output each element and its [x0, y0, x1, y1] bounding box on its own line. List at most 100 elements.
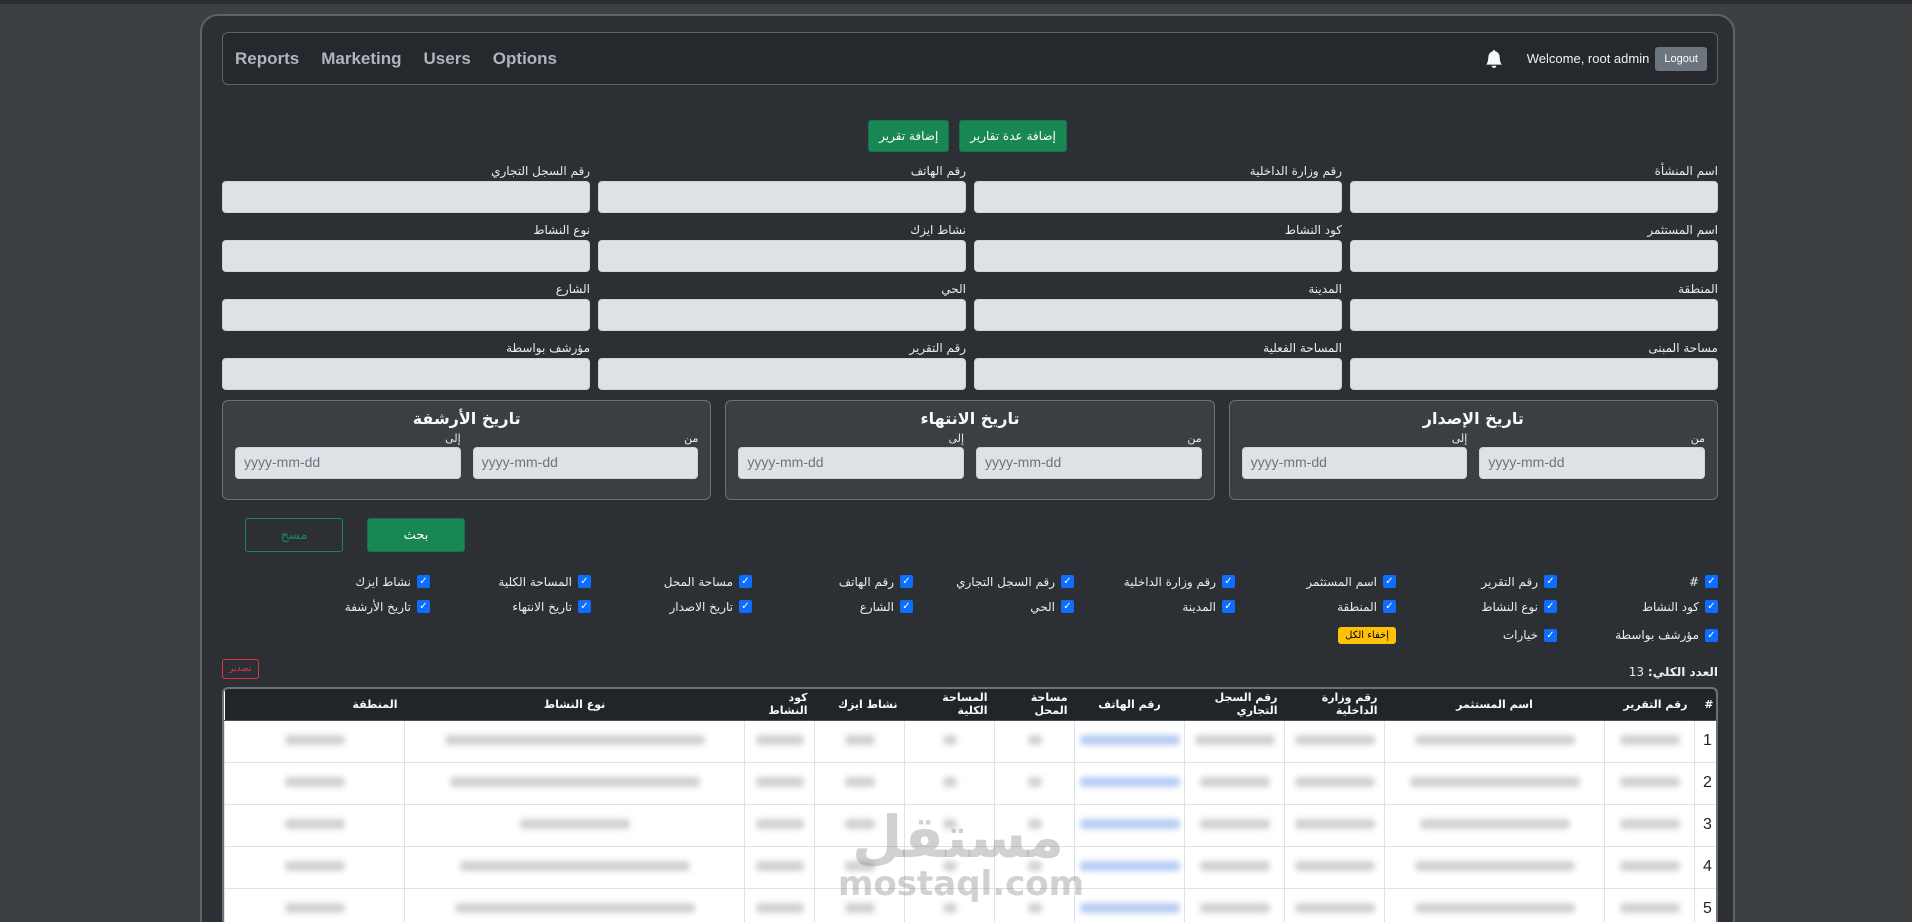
column-toggle[interactable]: ✓ رقم الهاتف	[752, 575, 913, 589]
logout-button[interactable]: Logout	[1655, 46, 1707, 71]
search-button[interactable]: بحث	[367, 518, 465, 552]
street-input[interactable]	[222, 299, 590, 331]
interior-ministry-number-input[interactable]	[974, 181, 1342, 213]
expiry-date-from-input[interactable]: yyyy-mm-dd	[976, 447, 1202, 479]
checkbox-checked-icon[interactable]: ✓	[1383, 575, 1396, 588]
column-toggle[interactable]: ✓ الحي	[913, 600, 1074, 614]
column-toggle[interactable]: ✓ رقم التقرير	[1396, 575, 1557, 589]
establishment-name-input[interactable]	[1350, 181, 1718, 213]
expiry-date-filter: تاريخ الانتهاء من yyyy-mm-dd إلى yyyy-mm-d…	[725, 400, 1215, 500]
checkbox-checked-icon[interactable]: ✓	[1061, 575, 1074, 588]
archive-date-to-input[interactable]: yyyy-mm-dd	[235, 447, 461, 479]
add-multiple-reports-button[interactable]: إضافة عدة تقارير	[959, 120, 1067, 152]
checkbox-checked-icon[interactable]: ✓	[417, 575, 430, 588]
district-input[interactable]	[598, 299, 966, 331]
region-input[interactable]	[1350, 299, 1718, 331]
issue-date-to-input[interactable]: yyyy-mm-dd	[1241, 447, 1468, 479]
expiry-date-to-input[interactable]: yyyy-mm-dd	[738, 447, 965, 479]
nav-marketing[interactable]: Marketing	[321, 49, 401, 69]
column-header[interactable]: نشاط ايزك	[814, 689, 905, 721]
table-row[interactable]: 4	[224, 845, 1716, 889]
column-toggle[interactable]: ✓ تاريخ الأرشفة	[269, 600, 430, 614]
checkbox-checked-icon[interactable]: ✓	[900, 600, 913, 613]
table-row[interactable]: 3	[224, 803, 1716, 847]
checkbox-checked-icon[interactable]: ✓	[1061, 600, 1074, 613]
column-toggle[interactable]: ✓ رقم وزارة الداخلية	[1074, 575, 1235, 589]
city-input[interactable]	[974, 299, 1342, 331]
activity-code-input[interactable]	[974, 240, 1342, 272]
nav-options[interactable]: Options	[493, 49, 557, 69]
column-header[interactable]: نوع النشاط	[404, 689, 745, 721]
phone-input[interactable]	[598, 181, 966, 213]
column-toggle[interactable]: ✓ خيارات	[1396, 628, 1557, 642]
checkbox-checked-icon[interactable]: ✓	[1544, 628, 1557, 642]
column-toggle[interactable]: ✓ رقم السجل التجاري	[913, 575, 1074, 589]
checkbox-checked-icon[interactable]: ✓	[417, 600, 430, 613]
commercial-register-input[interactable]	[222, 181, 590, 213]
checkbox-checked-icon[interactable]: ✓	[900, 575, 913, 588]
nav-reports[interactable]: Reports	[235, 49, 299, 69]
column-toggle[interactable]: ✓ المنطقة	[1235, 600, 1396, 614]
column-toggle[interactable]: ✓ مساحة المحل	[591, 575, 752, 589]
to-label: إلى	[445, 432, 461, 445]
column-toggle[interactable]: ✓ نشاط ايزك	[269, 575, 430, 589]
archived-by-input[interactable]	[222, 358, 590, 390]
column-header[interactable]: رقم السجل التجاري	[1184, 689, 1285, 721]
column-header[interactable]: اسم المستثمر	[1384, 689, 1605, 721]
add-report-button[interactable]: إضافة تقرير	[868, 120, 950, 152]
checkbox-checked-icon[interactable]: ✓	[1222, 600, 1235, 613]
checkbox-checked-icon[interactable]: ✓	[578, 600, 591, 613]
column-toggle[interactable]: ✓ المدينة	[1074, 600, 1235, 614]
column-header[interactable]: رقم وزارة الداخلية	[1284, 689, 1385, 721]
column-header[interactable]: رقم التقرير	[1604, 689, 1695, 721]
building-area-input[interactable]	[1350, 358, 1718, 390]
column-toggle[interactable]: ✓ تاريخ الانتهاء	[430, 600, 591, 614]
checkbox-checked-icon[interactable]: ✓	[1383, 600, 1396, 613]
column-header[interactable]: #	[1694, 689, 1716, 721]
column-toggle[interactable]: ✓ تاريخ الاصدار	[591, 600, 752, 614]
blurred-cell	[744, 761, 815, 805]
hide-all-button[interactable]: إخفاء الكل	[1338, 626, 1396, 644]
column-header[interactable]: رقم الهاتف	[1074, 689, 1185, 721]
checkbox-checked-icon[interactable]: ✓	[739, 575, 752, 588]
checkbox-checked-icon[interactable]: ✓	[1705, 575, 1718, 588]
activity-type-input[interactable]	[222, 240, 590, 272]
column-toggle[interactable]: ✓ اسم المستثمر	[1235, 575, 1396, 589]
issue-date-from-input[interactable]: yyyy-mm-dd	[1479, 447, 1705, 479]
bell-icon[interactable]	[1485, 49, 1503, 68]
checkbox-checked-icon[interactable]: ✓	[1544, 575, 1557, 588]
blurred-cell	[224, 803, 405, 847]
column-header[interactable]: المساحة الكلية	[904, 689, 995, 721]
export-button[interactable]: تصدير	[222, 659, 259, 679]
column-toggle[interactable]: ✓ الشارع	[752, 600, 913, 614]
nav-users[interactable]: Users	[424, 49, 471, 69]
checkbox-checked-icon[interactable]: ✓	[1705, 628, 1718, 642]
checkbox-checked-icon[interactable]: ✓	[1544, 600, 1557, 613]
table-row[interactable]: 2	[224, 761, 1716, 805]
actual-area-input[interactable]	[974, 358, 1342, 390]
table-row[interactable]: 1	[224, 719, 1716, 763]
isic-activity-input[interactable]	[598, 240, 966, 272]
blurred-cell	[1604, 761, 1695, 805]
investor-name-input[interactable]	[1350, 240, 1718, 272]
checkbox-checked-icon[interactable]: ✓	[739, 600, 752, 613]
checkbox-checked-icon[interactable]: ✓	[578, 575, 591, 588]
field-label: رقم الهاتف	[910, 164, 966, 178]
report-number-input[interactable]	[598, 358, 966, 390]
blurred-cell	[1074, 761, 1185, 805]
archive-date-from-input[interactable]: yyyy-mm-dd	[472, 447, 699, 479]
column-header[interactable]: المنطقة	[224, 689, 405, 721]
column-toggle[interactable]: ✓ كود النشاط	[1557, 600, 1718, 614]
blurred-cell	[744, 887, 815, 922]
column-toggle[interactable]: ✓ #	[1557, 575, 1718, 589]
column-header[interactable]: مساحة المحل	[994, 689, 1075, 721]
column-header[interactable]: كود النشاط	[744, 689, 815, 721]
column-toggle[interactable]: ✓ نوع النشاط	[1396, 600, 1557, 614]
clear-button[interactable]: مسح	[245, 518, 343, 552]
nav-user-area: Welcome, root admin Logout	[1485, 33, 1707, 84]
checkbox-checked-icon[interactable]: ✓	[1705, 600, 1718, 613]
table-row[interactable]: 5	[224, 887, 1716, 922]
column-toggle[interactable]: ✓ المساحة الكلية	[430, 575, 591, 589]
checkbox-checked-icon[interactable]: ✓	[1222, 575, 1235, 588]
column-toggle[interactable]: ✓ مؤرشف بواسطة	[1557, 628, 1718, 642]
